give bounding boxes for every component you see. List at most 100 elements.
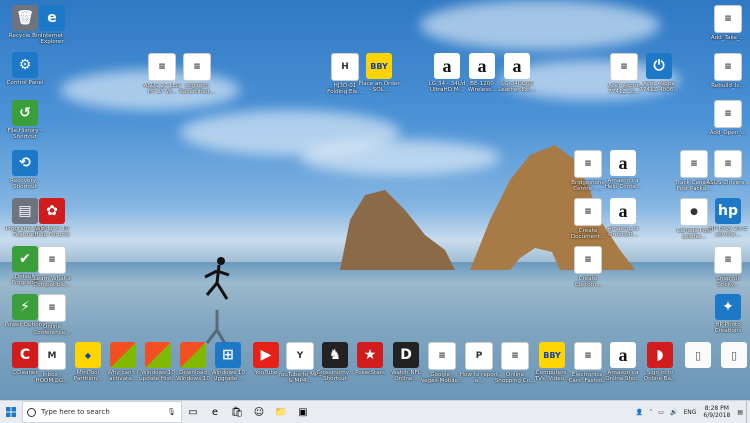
acer-power-icon: ⏻: [646, 53, 672, 79]
desktop-icon-label: Recovery - Shortcut: [10, 178, 40, 191]
desktop-icon[interactable]: ▯: [712, 342, 750, 370]
desktop-icon[interactable]: ≡ Add_Open_...: [706, 100, 750, 136]
doc-icon: ≡: [38, 246, 66, 274]
desktop-icon-label: ASUS_Drivers...: [706, 180, 750, 186]
doc-icon: ≡: [714, 246, 742, 274]
amazon-icon: a: [504, 53, 530, 79]
network-icon[interactable]: ▭: [658, 409, 664, 416]
desktop-icon[interactable]: ✿ Windows 10 Help Forums: [30, 198, 74, 239]
desktop-icon-label: Amazon.ca Orders/R...: [607, 226, 639, 239]
edge-icon[interactable]: e: [204, 401, 226, 423]
windows-logo-icon: [6, 407, 16, 417]
ie-icon: e: [39, 5, 65, 31]
desktop-icon[interactable]: ≡ Add_Take_...: [706, 5, 750, 41]
desktop-icon-label: Snap for Sticky...: [716, 276, 740, 289]
desktop-icon[interactable]: BBY Place an Order - SOL...: [357, 53, 401, 94]
yt-mp3-icon: Y: [286, 342, 314, 370]
desktop-icon[interactable]: ⏻ Acer Aspire 7741Z 4806...: [637, 53, 681, 94]
cortana-circle-icon: [27, 407, 36, 417]
desktop-icon[interactable]: ≡ Online Conference...: [30, 294, 74, 337]
clock[interactable]: 8:28 PM 6/9/2018: [703, 405, 730, 419]
desktop-icon[interactable]: a Amazon.ca Help Conta...: [601, 150, 645, 191]
doc-icon: ≡: [714, 5, 742, 33]
pokerstars-icon: ★: [357, 342, 383, 368]
doc-icon: ●: [680, 198, 708, 226]
help-forums-icon: ✿: [39, 198, 65, 224]
desktop-icon-label: Amazon.ca Help Conta...: [604, 178, 642, 191]
desktop-icon[interactable]: e Internet Explorer: [30, 5, 74, 46]
show-hidden-icons-icon[interactable]: ˄: [649, 409, 652, 416]
game-icon: ♞: [322, 342, 348, 368]
desktop-icon-label: Logitech Recertified...: [179, 83, 215, 96]
file-explorer-icon[interactable]: 📁: [270, 401, 292, 423]
bank-icon: ◗: [647, 342, 673, 368]
minitool-icon: ◆: [75, 342, 101, 368]
people-icon[interactable]: 👤: [636, 409, 643, 416]
desktop-icon-label: Learn What's Compatible...: [33, 276, 71, 289]
amazon-icon: a: [469, 53, 495, 79]
taskbar-search-box[interactable]: Type here to search 🎙: [22, 401, 182, 423]
show-desktop-button[interactable]: [746, 401, 750, 423]
amazon-icon: a: [434, 53, 460, 79]
desktop-icon[interactable]: hp HP Envy 23-d service...: [706, 198, 750, 239]
emoji-icon[interactable]: ☺: [248, 401, 270, 423]
desktop-icon[interactable]: ≡ Create Custom...: [566, 246, 610, 289]
microphone-icon[interactable]: 🎙: [167, 408, 176, 416]
bestbuy-icon: BBY: [539, 342, 565, 368]
desktop-icon[interactable]: ≡ ASUS_Drivers...: [706, 150, 750, 186]
youtube-icon: ▶: [253, 342, 279, 368]
windows-icon: [110, 342, 136, 368]
file-history-icon: ↺: [12, 100, 38, 126]
start-button[interactable]: [0, 401, 22, 423]
desktop-icon[interactable]: a Amazon.ca Orders/R...: [601, 198, 645, 239]
paper-icon: ▯: [685, 342, 711, 368]
desktop-icon[interactable]: ≡ Snap for Sticky...: [706, 246, 750, 289]
taskbar-pinned-apps: ▭ e 🛍 ☺ 📁 ▣: [182, 401, 314, 423]
volume-icon[interactable]: 🔊: [670, 409, 677, 416]
desktop-icon-label: Acer Aspire 7741Z 4806...: [639, 81, 679, 94]
search-placeholder: Type here to search: [41, 408, 110, 416]
doc-icon: ≡: [680, 150, 708, 178]
app-window-icon[interactable]: ▣: [292, 401, 314, 423]
language-indicator[interactable]: ENG: [683, 409, 696, 416]
doc-icon: ≡: [714, 53, 742, 81]
desktop-icon[interactable]: ⚙ Control Panel: [3, 52, 47, 86]
desktop-icon-label: Windows 10 Help Forums: [34, 226, 70, 239]
clock-time: 8:28 PM: [704, 405, 729, 412]
desktop-icon-label: Sign in to Online Ba...: [643, 370, 677, 383]
doc-icon: ≡: [428, 342, 456, 370]
bestbuy-icon: BBY: [366, 53, 392, 79]
desktop-icon-label: HP Envy 23-d service...: [709, 226, 747, 239]
doc-icon: ≡: [501, 342, 529, 370]
desktop-icon[interactable]: ↺ File History - Shortcut: [3, 100, 47, 141]
doc-icon: ≡: [183, 53, 211, 81]
hp-icon: hp: [715, 198, 741, 224]
doc-icon: ≡: [610, 53, 638, 81]
gmail-icon: M: [38, 342, 66, 370]
desktop-icon-label: File History - Shortcut: [7, 128, 43, 141]
doc-icon: ≡: [714, 150, 742, 178]
dazn-icon: D: [393, 342, 419, 368]
amazon-icon: a: [610, 150, 636, 176]
task-view-icon[interactable]: ▭: [182, 401, 204, 423]
doc-icon: ≡: [574, 150, 602, 178]
paypal-icon: P: [465, 342, 493, 370]
desktop-icon[interactable]: ≡ Rebuild_Ic...: [706, 53, 750, 89]
store-icon[interactable]: 🛍: [226, 401, 248, 423]
desktop-icon[interactable]: ⟲ Recovery - Shortcut: [3, 150, 47, 191]
doc-icon: ≡: [574, 246, 602, 274]
desktop-icon[interactable]: ≡ Logitech Recertified...: [175, 53, 219, 96]
desktop-icon-label: HP Photo Creations: [714, 322, 742, 335]
notifications-icon[interactable]: ▤: [737, 409, 743, 416]
amazon-icon: a: [610, 198, 636, 224]
doc-icon: ≡: [714, 100, 742, 128]
desktop-icon[interactable]: a LG-34UC89 Leather Ext...: [495, 53, 539, 94]
windows-upgrade-icon: ⊞: [215, 342, 241, 368]
desktop-icon[interactable]: ✦ HP Photo Creations: [706, 294, 750, 335]
desktop-icon[interactable]: ≡ Learn What's Compatible...: [30, 246, 74, 289]
clock-date: 6/9/2018: [703, 412, 731, 419]
amazon-icon: a: [610, 342, 636, 368]
desktop-icon-label: Online Conference...: [33, 324, 71, 337]
recovery-icon: ⟲: [12, 150, 38, 176]
doc-icon: ≡: [38, 294, 66, 322]
